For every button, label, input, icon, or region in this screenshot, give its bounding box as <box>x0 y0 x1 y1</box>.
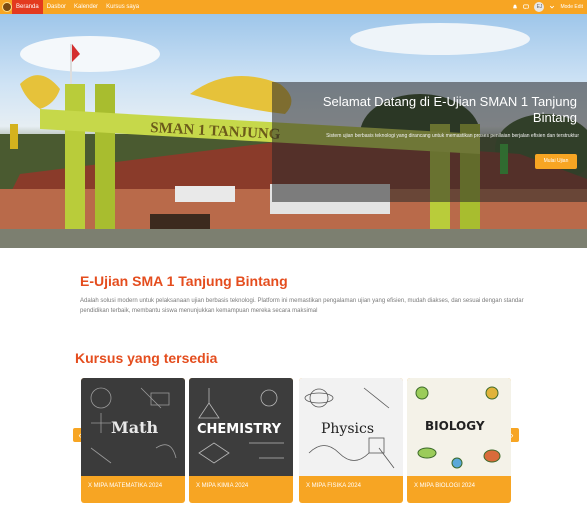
courses-title: Kursus yang tersedia <box>75 350 218 366</box>
biology-course-image: BIOLOGY <box>407 378 511 476</box>
svg-text:Math: Math <box>111 418 158 437</box>
chemistry-course-image: CHEMISTRY <box>189 378 293 476</box>
chevron-down-icon[interactable] <box>549 4 555 10</box>
course-title-biology[interactable]: X MIPA BIOLOGI 2024 <box>414 482 506 491</box>
physics-course-image: Physics <box>299 378 403 476</box>
hero-subtitle: Sistem ujian berbasis teknologi yang dir… <box>326 133 579 139</box>
intro-text: Adalah solusi modern untuk pelaksanaan u… <box>80 298 524 314</box>
course-title-chemistry[interactable]: X MIPA KIMIA 2024 <box>196 482 288 491</box>
nav-item-kalender[interactable]: Kalender <box>70 0 102 14</box>
course-card-math[interactable]: Math X MIPA MATEMATIKA 2024 <box>81 378 185 503</box>
chat-icon[interactable] <box>523 4 530 10</box>
top-navbar: Beranda Dasbor Kalender Kursus saya EJ M… <box>0 0 587 14</box>
edit-mode-label[interactable]: Mode Edit <box>560 4 583 10</box>
course-title-math[interactable]: X MIPA MATEMATIKA 2024 <box>88 482 180 491</box>
math-course-image: Math <box>81 378 185 476</box>
course-title-physics[interactable]: X MIPA FISIKA 2024 <box>306 482 398 491</box>
avatar[interactable]: EJ <box>534 2 545 12</box>
school-logo[interactable] <box>2 2 12 12</box>
nav-item-beranda[interactable]: Beranda <box>12 0 43 14</box>
nav-right-group: EJ Mode Edit <box>512 0 583 14</box>
hero-title: Selamat Datang di E-Ujian SMAN 1 Tanjung… <box>322 94 577 125</box>
course-card-biology[interactable]: BIOLOGY X MIPA BIOLOGI 2024 <box>407 378 511 503</box>
nav-item-dasbor[interactable]: Dasbor <box>43 0 70 14</box>
svg-text:BIOLOGY: BIOLOGY <box>425 419 485 433</box>
start-exam-button[interactable]: Mulai Ujian <box>535 154 577 169</box>
hero-banner: SMAN 1 TANJUNG Selamat Datang di E-Ujian… <box>0 14 587 248</box>
svg-text:CHEMISTRY: CHEMISTRY <box>197 422 282 437</box>
nav-item-kursus-saya[interactable]: Kursus saya <box>102 0 143 14</box>
intro-title: E-Ujian SMA 1 Tanjung Bintang <box>80 273 288 289</box>
bell-icon[interactable] <box>512 4 518 10</box>
course-card-chemistry[interactable]: CHEMISTRY X MIPA KIMIA 2024 <box>189 378 293 503</box>
svg-text:Physics: Physics <box>321 421 374 437</box>
course-card-physics[interactable]: Physics X MIPA FISIKA 2024 <box>299 378 403 503</box>
